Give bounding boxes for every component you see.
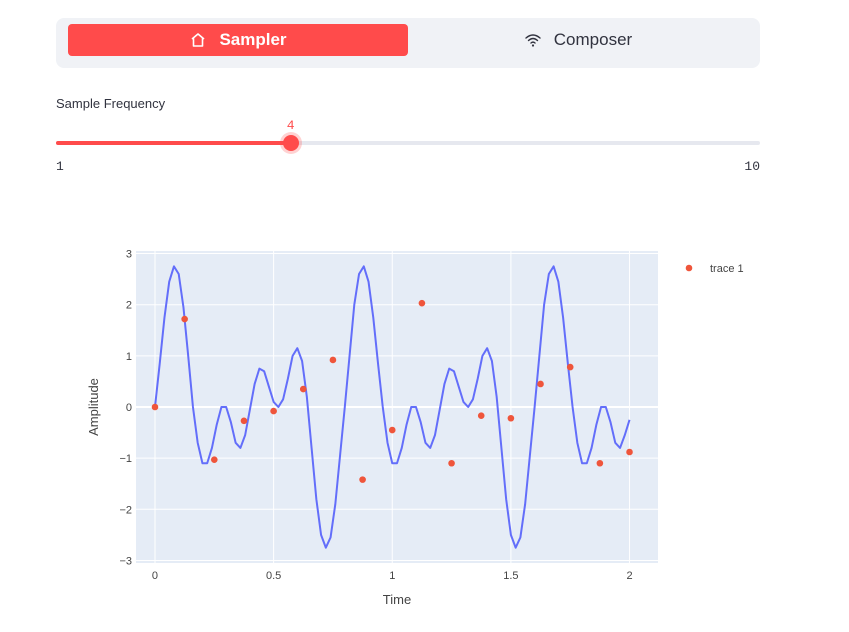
legend[interactable]: trace 1 xyxy=(685,263,744,275)
data-point xyxy=(596,459,604,467)
y-tick-label: 2 xyxy=(126,300,132,312)
data-point xyxy=(151,403,159,411)
y-tick-label: 0 xyxy=(126,402,132,414)
data-point xyxy=(299,385,307,393)
legend-label: trace 1 xyxy=(710,263,744,275)
chart: 0 0.5 1 1.5 2 −3 −2 −1 0 1 2 3 Time Amplitude trace… xyxy=(86,249,744,607)
x-axis-title: Time xyxy=(383,592,411,607)
y-tick-label: 3 xyxy=(126,249,132,261)
data-point xyxy=(626,448,633,456)
data-point xyxy=(537,380,544,388)
data-point xyxy=(388,426,396,434)
y-tick-label: −3 xyxy=(119,555,132,567)
y-tick-label: 1 xyxy=(126,351,132,363)
data-point xyxy=(448,459,455,467)
data-point xyxy=(181,315,188,323)
x-tick-label: 0 xyxy=(152,570,158,582)
y-tick-label: −1 xyxy=(119,453,132,465)
data-point xyxy=(359,476,366,483)
x-tick-label: 1 xyxy=(389,570,395,582)
data-point xyxy=(329,356,337,364)
data-point xyxy=(507,414,515,422)
x-tick-label: 1.5 xyxy=(503,570,518,582)
legend-marker xyxy=(685,264,693,272)
data-point xyxy=(270,407,277,415)
data-point xyxy=(240,417,248,425)
data-point xyxy=(477,412,485,419)
y-axis-title: Amplitude xyxy=(86,378,101,436)
x-tick-label: 0.5 xyxy=(266,570,281,582)
data-point xyxy=(211,456,218,463)
y-tick-label: −2 xyxy=(119,504,132,516)
x-tick-label: 2 xyxy=(626,570,632,582)
data-point xyxy=(566,363,574,371)
data-point xyxy=(418,299,426,307)
